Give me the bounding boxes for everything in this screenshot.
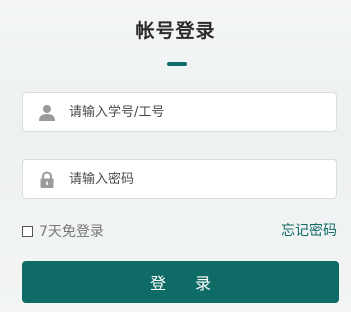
remember-me[interactable]: 7天免登录 — [22, 221, 104, 241]
title-underline — [167, 62, 187, 66]
username-input[interactable] — [69, 93, 324, 131]
password-field[interactable] — [22, 159, 337, 199]
form-title: 帐号登录 — [135, 20, 216, 42]
remember-label: 7天免登录 — [39, 224, 104, 240]
remember-checkbox[interactable] — [22, 225, 33, 237]
password-input[interactable] — [69, 160, 324, 198]
login-button[interactable]: 登 录 — [22, 261, 339, 303]
user-icon — [38, 104, 56, 122]
username-field[interactable] — [22, 92, 337, 132]
lock-icon — [38, 171, 56, 189]
forgot-password-link[interactable]: 忘记密码 — [281, 221, 337, 241]
